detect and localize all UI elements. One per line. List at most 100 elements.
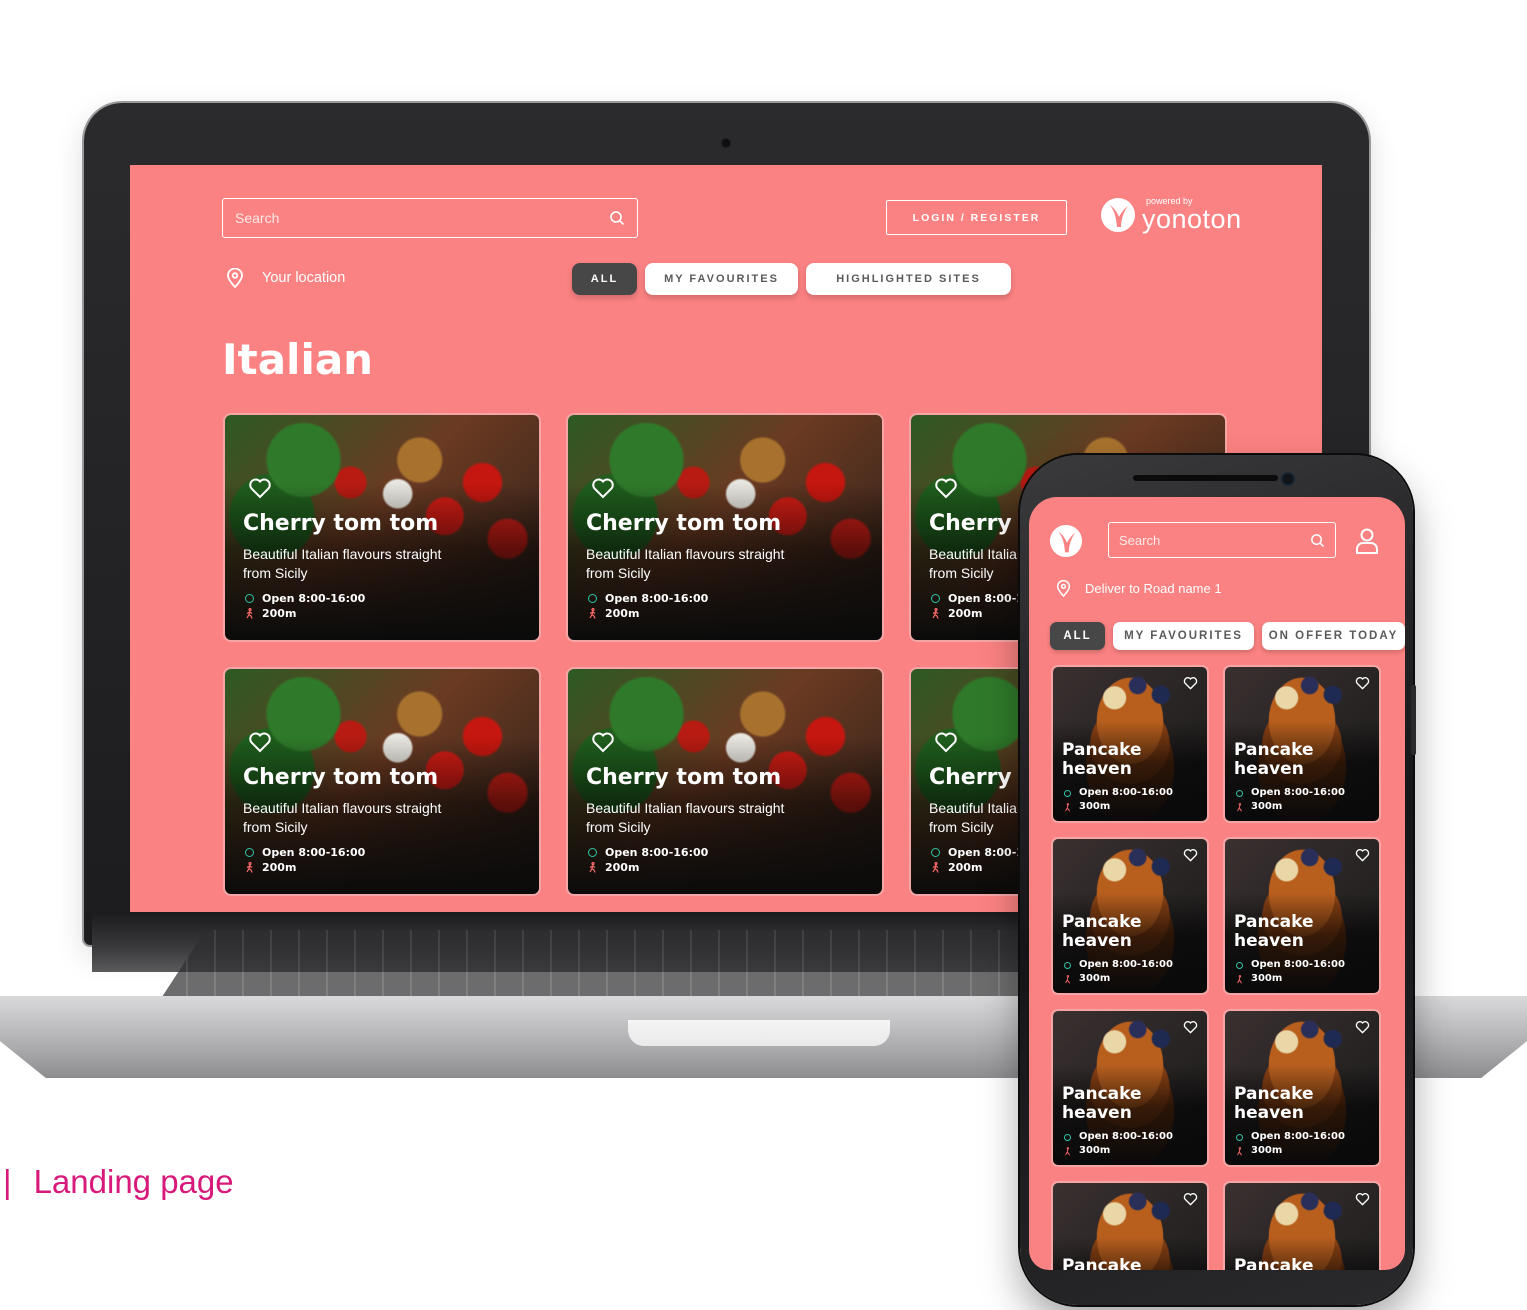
restaurant-card[interactable]: Pancake: [1051, 1181, 1209, 1270]
restaurant-card[interactable]: Cherry tom tom Beautiful Italian flavour…: [566, 413, 884, 642]
walking-icon: [589, 608, 596, 619]
open-status-icon: [1064, 789, 1071, 797]
laptop-camera: [721, 138, 731, 148]
heart-icon[interactable]: [1355, 1192, 1370, 1206]
phone-speaker: [1133, 475, 1278, 481]
search-placeholder: Search: [235, 210, 280, 226]
heart-icon[interactable]: [1183, 1020, 1198, 1034]
walking-icon: [932, 862, 939, 873]
heart-icon[interactable]: [1355, 676, 1370, 690]
logo-brand-name: yonoton: [1142, 204, 1242, 234]
card-distance: 200m: [262, 607, 297, 620]
phone-camera: [1281, 472, 1295, 486]
restaurant-card[interactable]: Pancake heaven Open 8:00-16:00 300m: [1223, 837, 1381, 995]
filter-chip-my-favourites[interactable]: MY FAVOURITES: [1113, 622, 1254, 650]
walking-icon: [932, 608, 939, 619]
card-title: Pancake heaven: [1062, 740, 1142, 779]
search-placeholder: Search: [1119, 532, 1161, 548]
card-hours: Open 8:00-16:00: [262, 592, 366, 605]
mobile-search-input[interactable]: Search: [1108, 522, 1336, 558]
heart-icon[interactable]: [248, 477, 272, 499]
caption-bar: |: [3, 1163, 12, 1200]
open-status-icon: [1236, 961, 1243, 969]
card-hours: Open 8:00-16:00: [1251, 1131, 1345, 1142]
filter-chip-all[interactable]: ALL: [572, 263, 637, 295]
location-selector[interactable]: Your location: [226, 268, 345, 288]
walking-icon: [589, 862, 596, 873]
caption-text: Landing page: [33, 1163, 234, 1200]
card-distance: 300m: [1079, 973, 1111, 984]
laptop-trackpad-notch: [628, 1020, 890, 1046]
heart-icon[interactable]: [1183, 1192, 1198, 1206]
card-hours: Open 8:00-16:00: [605, 846, 709, 859]
card-hours: Open 8:00-16:00: [1251, 787, 1345, 798]
user-icon[interactable]: [1355, 527, 1379, 555]
heart-icon[interactable]: [934, 731, 958, 753]
yonoton-logo-icon: [1101, 198, 1135, 232]
card-title: Cherry tom tom: [243, 765, 439, 790]
heart-icon[interactable]: [591, 477, 615, 499]
card-title: Cherry tom tom: [586, 511, 782, 536]
card-hours: Open 8:00-16:00: [1251, 959, 1345, 970]
restaurant-card[interactable]: Pancake heaven Open 8:00-16:00 300m: [1051, 665, 1209, 823]
heart-icon[interactable]: [591, 731, 615, 753]
heart-icon[interactable]: [1183, 676, 1198, 690]
card-title: Cherry tom tom: [586, 765, 782, 790]
delivery-location-selector[interactable]: Deliver to Road name 1: [1056, 580, 1222, 597]
walking-icon: [1065, 1146, 1070, 1156]
section-title: Italian: [222, 335, 374, 384]
restaurant-card[interactable]: Pancake heaven Open 8:00-16:00 300m: [1223, 1009, 1381, 1167]
card-description: Beautiful Italian flavours straight from…: [586, 800, 785, 835]
walking-icon: [1065, 802, 1070, 812]
filter-chip-my-favourites[interactable]: MY FAVOURITES: [645, 263, 798, 295]
open-status-icon: [588, 848, 597, 857]
walking-icon: [1237, 802, 1242, 812]
heart-icon[interactable]: [248, 731, 272, 753]
yonoton-logo-icon[interactable]: [1049, 524, 1083, 558]
location-label: Your location: [262, 270, 346, 286]
open-status-icon: [931, 848, 940, 857]
heart-icon[interactable]: [1355, 848, 1370, 862]
card-description: Beautiful Italian flavours straight from…: [586, 546, 785, 581]
restaurant-card[interactable]: Cherry tom tom Beautiful Italian flavour…: [566, 667, 884, 896]
restaurant-card[interactable]: Cherry tom tom Beautiful Italian flavour…: [223, 413, 541, 642]
card-title: Pancake heaven: [1062, 1084, 1142, 1123]
heart-icon[interactable]: [1183, 848, 1198, 862]
restaurant-card[interactable]: Pancake: [1223, 1181, 1381, 1270]
filter-chip-on-offer-today[interactable]: ON OFFER TODAY: [1262, 622, 1405, 650]
card-hours: Open 8:00-16:00: [605, 592, 709, 605]
card-title: Pancake: [1062, 1256, 1142, 1271]
card-distance: 200m: [605, 861, 640, 874]
search-icon[interactable]: [609, 210, 625, 226]
location-pin-icon: [227, 268, 243, 288]
yonoton-logo: powered by yonoton: [1100, 197, 1242, 233]
card-distance: 200m: [948, 861, 983, 874]
open-status-icon: [245, 848, 254, 857]
card-distance: 300m: [1251, 973, 1283, 984]
search-icon[interactable]: [1310, 533, 1325, 548]
card-distance: 200m: [948, 607, 983, 620]
walking-icon: [1237, 974, 1242, 984]
card-hours: Open 8:00-16:00: [1079, 959, 1173, 970]
open-status-icon: [1064, 1133, 1071, 1141]
heart-icon[interactable]: [934, 477, 958, 499]
restaurant-card[interactable]: Pancake heaven Open 8:00-16:00 300m: [1051, 1009, 1209, 1167]
walking-icon: [1065, 974, 1070, 984]
card-title: Pancake heaven: [1234, 740, 1314, 779]
phone-side-button: [1411, 685, 1416, 755]
card-hours: Open 8:00-16:00: [262, 846, 366, 859]
card-distance: 300m: [1251, 1145, 1283, 1156]
filter-chip-all[interactable]: ALL: [1050, 622, 1105, 650]
restaurant-card[interactable]: Pancake heaven Open 8:00-16:00 300m: [1223, 665, 1381, 823]
card-distance: 300m: [1251, 801, 1283, 812]
filter-chip-highlighted-sites[interactable]: HIGHLIGHTED SITES: [806, 263, 1011, 295]
desktop-search-input[interactable]: Search: [222, 198, 638, 238]
open-status-icon: [1064, 961, 1071, 969]
login-register-button[interactable]: LOGIN / REGISTER: [886, 200, 1067, 235]
card-hours: Open 8:00-16:00: [1079, 787, 1173, 798]
card-distance: 300m: [1079, 801, 1111, 812]
card-distance: 300m: [1079, 1145, 1111, 1156]
restaurant-card[interactable]: Cherry tom tom Beautiful Italian flavour…: [223, 667, 541, 896]
heart-icon[interactable]: [1355, 1020, 1370, 1034]
restaurant-card[interactable]: Pancake heaven Open 8:00-16:00 300m: [1051, 837, 1209, 995]
